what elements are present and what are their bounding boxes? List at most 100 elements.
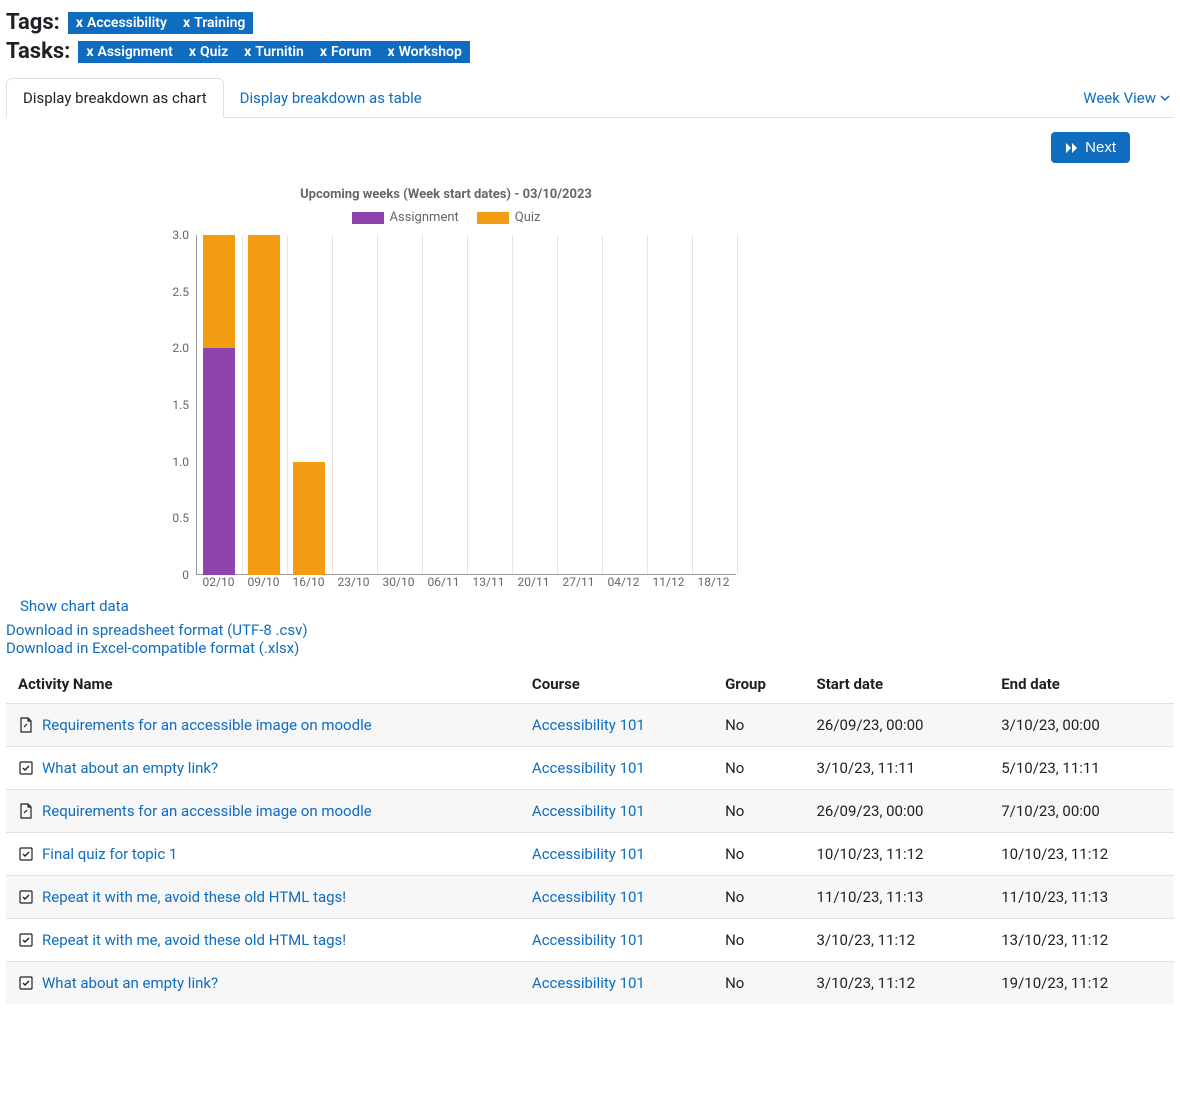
bar-segment-quiz <box>248 235 280 575</box>
x-tick: 09/10 <box>241 575 286 589</box>
x-tick: 18/12 <box>691 575 736 589</box>
chart-title: Upcoming weeks (Week start dates) - 03/1… <box>156 187 736 202</box>
close-icon: x <box>76 15 83 31</box>
x-tick: 04/12 <box>601 575 646 589</box>
download-csv-link[interactable]: Download in spreadsheet format (UTF-8 .c… <box>6 621 308 639</box>
activity-link[interactable]: Repeat it with me, avoid these old HTML … <box>42 931 346 949</box>
course-link[interactable]: Accessibility 101 <box>532 974 645 992</box>
task-pill-forum[interactable]: x Forum <box>312 41 380 63</box>
tags-label: Tags: <box>6 10 60 35</box>
group-cell: No <box>713 962 804 1005</box>
start-date-cell: 26/09/23, 00:00 <box>804 790 989 833</box>
show-chart-data-link[interactable]: Show chart data <box>20 597 129 615</box>
start-date-cell: 3/10/23, 11:12 <box>804 919 989 962</box>
forward-icon <box>1065 142 1079 154</box>
table-row: Requirements for an accessible image on … <box>6 704 1174 747</box>
y-tick: 1.0 <box>172 455 197 469</box>
legend-swatch <box>352 212 384 224</box>
tags-row: Tags: x Accessibilityx Training <box>6 10 1174 35</box>
column-header: Start date <box>804 665 989 704</box>
x-tick: 30/10 <box>376 575 421 589</box>
course-link[interactable]: Accessibility 101 <box>532 931 645 949</box>
quiz-icon <box>18 889 34 905</box>
course-link[interactable]: Accessibility 101 <box>532 716 645 734</box>
activity-link[interactable]: Repeat it with me, avoid these old HTML … <box>42 888 346 906</box>
activity-link[interactable]: Requirements for an accessible image on … <box>42 716 372 734</box>
activity-link[interactable]: Final quiz for topic 1 <box>42 845 177 863</box>
column-header: Activity Name <box>6 665 520 704</box>
start-date-cell: 11/10/23, 11:13 <box>804 876 989 919</box>
start-date-cell: 3/10/23, 11:11 <box>804 747 989 790</box>
chart-legend: Assignment Quiz <box>156 210 736 225</box>
close-icon: x <box>387 44 394 60</box>
toolbar-right: Next <box>6 132 1130 163</box>
task-pill-workshop[interactable]: x Workshop <box>379 41 469 63</box>
chart-plot: 00.51.01.52.02.53.0 <box>196 235 736 575</box>
x-tick: 20/11 <box>511 575 556 589</box>
end-date-cell: 5/10/23, 11:11 <box>989 747 1174 790</box>
view-selector[interactable]: Week View <box>1079 79 1174 117</box>
next-button[interactable]: Next <box>1051 132 1130 163</box>
close-icon: x <box>189 44 196 60</box>
bar-02-10[interactable] <box>203 235 235 575</box>
column-header: Group <box>713 665 804 704</box>
course-link[interactable]: Accessibility 101 <box>532 888 645 906</box>
activity-link[interactable]: Requirements for an accessible image on … <box>42 802 372 820</box>
group-cell: No <box>713 833 804 876</box>
end-date-cell: 13/10/23, 11:12 <box>989 919 1174 962</box>
y-tick: 3.0 <box>172 228 197 242</box>
x-tick: 06/11 <box>421 575 466 589</box>
legend-item-assignment[interactable]: Assignment <box>352 210 459 225</box>
table-row: What about an empty link? Accessibility 1… <box>6 962 1174 1005</box>
bar-16-10[interactable] <box>293 462 325 575</box>
legend-label: Assignment <box>390 210 459 225</box>
legend-label: Quiz <box>515 210 541 225</box>
view-selector-label: Week View <box>1083 89 1156 107</box>
tag-pill-accessibility[interactable]: x Accessibility <box>68 12 175 34</box>
close-icon: x <box>244 44 251 60</box>
group-cell: No <box>713 704 804 747</box>
column-header: End date <box>989 665 1174 704</box>
table-row: Final quiz for topic 1 Accessibility 101 N… <box>6 833 1174 876</box>
assignment-icon <box>18 803 34 819</box>
y-tick: 0.5 <box>172 511 197 525</box>
bar-segment-quiz <box>293 462 325 575</box>
bar-09-10[interactable] <box>248 235 280 575</box>
group-cell: No <box>713 919 804 962</box>
task-pill-quiz[interactable]: x Quiz <box>181 41 236 63</box>
legend-item-quiz[interactable]: Quiz <box>477 210 541 225</box>
chevron-down-icon <box>1160 93 1170 103</box>
bar-segment-quiz <box>203 235 235 348</box>
table-row: Repeat it with me, avoid these old HTML … <box>6 919 1174 962</box>
course-link[interactable]: Accessibility 101 <box>532 759 645 777</box>
tag-pill-training[interactable]: x Training <box>175 12 253 34</box>
download-links: Show chart data Download in spreadsheet … <box>6 597 1174 657</box>
x-tick: 27/11 <box>556 575 601 589</box>
close-icon: x <box>86 44 93 60</box>
bar-segment-assignment <box>203 348 235 575</box>
tab-chart[interactable]: Display breakdown as chart <box>6 78 224 118</box>
close-icon: x <box>320 44 327 60</box>
task-pill-assignment[interactable]: x Assignment <box>78 41 181 63</box>
activity-link[interactable]: What about an empty link? <box>42 974 218 992</box>
tasks-row: Tasks: x Assignmentx Quizx Turnitinx For… <box>6 39 1174 64</box>
y-tick: 2.5 <box>172 285 197 299</box>
x-tick: 23/10 <box>331 575 376 589</box>
start-date-cell: 3/10/23, 11:12 <box>804 962 989 1005</box>
group-cell: No <box>713 747 804 790</box>
end-date-cell: 10/10/23, 11:12 <box>989 833 1174 876</box>
course-link[interactable]: Accessibility 101 <box>532 802 645 820</box>
y-tick: 0 <box>182 568 197 582</box>
end-date-cell: 7/10/23, 00:00 <box>989 790 1174 833</box>
quiz-icon <box>18 975 34 991</box>
tab-table[interactable]: Display breakdown as table <box>224 79 438 117</box>
end-date-cell: 3/10/23, 00:00 <box>989 704 1174 747</box>
download-xlsx-link[interactable]: Download in Excel-compatible format (.xl… <box>6 639 299 657</box>
tab-bar: Display breakdown as chart Display break… <box>6 78 1174 118</box>
activity-link[interactable]: What about an empty link? <box>42 759 218 777</box>
group-cell: No <box>713 876 804 919</box>
column-header: Course <box>520 665 713 704</box>
x-tick: 11/12 <box>646 575 691 589</box>
task-pill-turnitin[interactable]: x Turnitin <box>236 41 312 63</box>
course-link[interactable]: Accessibility 101 <box>532 845 645 863</box>
